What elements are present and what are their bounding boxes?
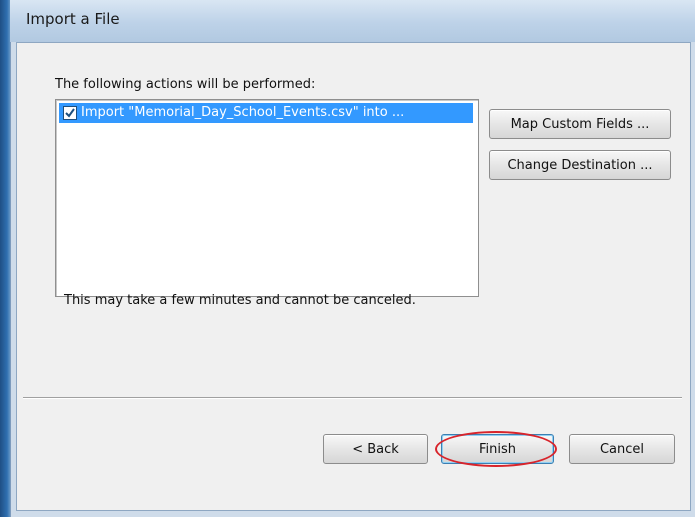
action-text: Import "Memorial_Day_School_Events.csv" … xyxy=(81,105,405,120)
actions-list[interactable]: Import "Memorial_Day_School_Events.csv" … xyxy=(55,99,479,297)
map-custom-fields-button[interactable]: Map Custom Fields ... xyxy=(489,109,671,139)
duration-note: This may take a few minutes and cannot b… xyxy=(64,293,416,308)
cancel-button[interactable]: Cancel xyxy=(569,434,675,464)
footer-separator xyxy=(23,397,682,399)
back-button[interactable]: < Back xyxy=(323,434,428,464)
dialog-body: The following actions will be performed:… xyxy=(16,42,691,511)
finish-button[interactable]: Finish xyxy=(441,434,554,464)
title-bar[interactable]: Import a File xyxy=(10,0,695,42)
checkmark-icon xyxy=(65,108,75,118)
action-checkbox[interactable] xyxy=(63,106,77,120)
change-destination-button[interactable]: Change Destination ... xyxy=(489,150,671,180)
dialog-title: Import a File xyxy=(26,10,120,28)
actions-label: The following actions will be performed: xyxy=(55,77,316,92)
list-item[interactable]: Import "Memorial_Day_School_Events.csv" … xyxy=(59,103,473,123)
import-dialog: Import a File The following actions will… xyxy=(10,0,695,517)
